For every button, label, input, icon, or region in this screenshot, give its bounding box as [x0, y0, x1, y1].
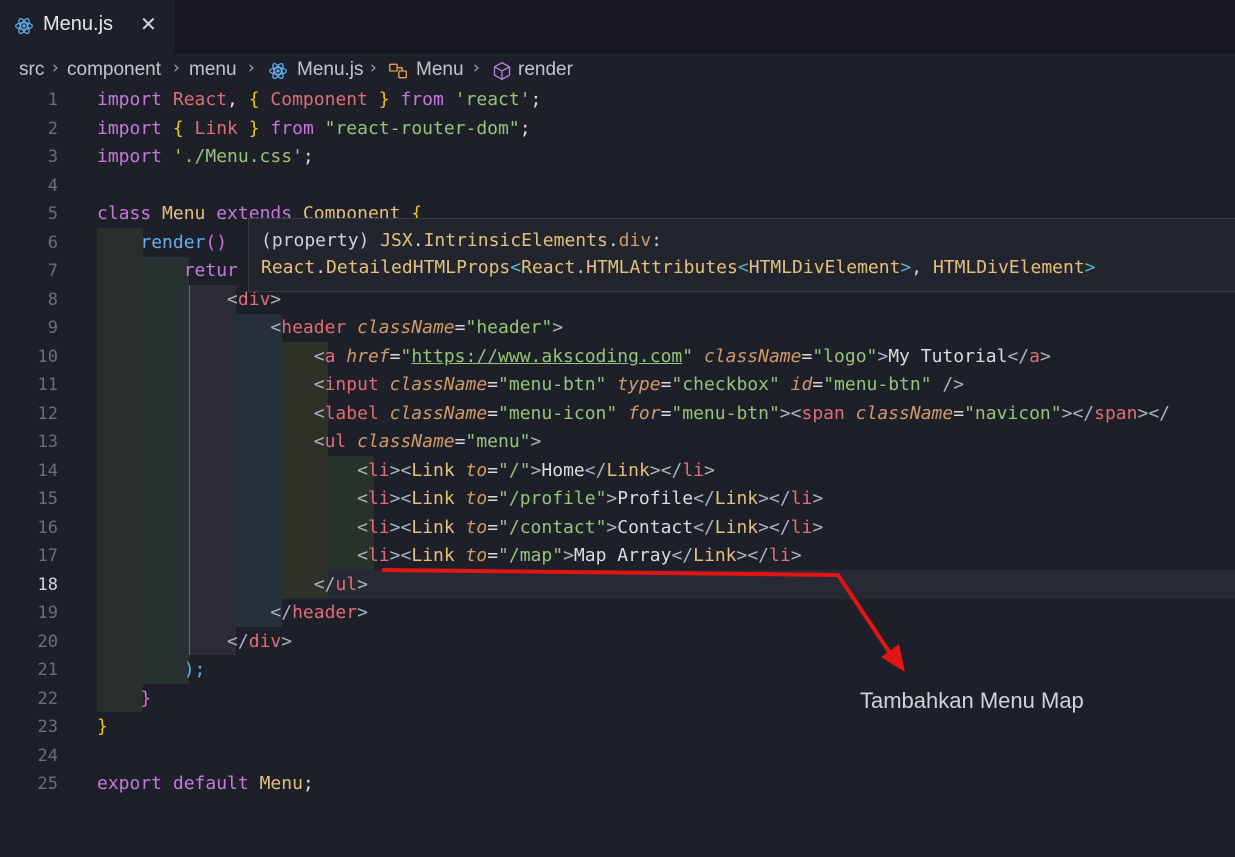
line-number: 10 [37, 346, 58, 367]
line-number: 14 [37, 460, 58, 481]
line-number: 5 [47, 204, 58, 224]
breadcrumb-item-class[interactable]: Menu [416, 59, 464, 81]
breadcrumb-separator: › [173, 58, 180, 78]
line-number: 12 [37, 403, 58, 424]
line-number: 20 [37, 631, 58, 652]
code-text: <li><Link to="/profile">Profile</Link></… [357, 488, 824, 509]
code-editor[interactable]: 1 import React, { Component } from 'react… [0, 86, 1235, 857]
code-line[interactable]: 23} [0, 713, 1235, 742]
code-line[interactable]: 12 <label className="menu-icon" for="men… [0, 400, 1235, 429]
code-line[interactable]: 10 <a href="https://www.akscoding.com" c… [0, 343, 1235, 372]
line-number: 21 [37, 660, 58, 680]
breadcrumb-item-menu[interactable]: menu [189, 59, 237, 81]
code-line[interactable]: 15 <li><Link to="/profile">Profile</Link… [0, 485, 1235, 514]
line-number: 16 [37, 517, 58, 538]
tab-label: Menu.js [43, 13, 114, 35]
tab-bar: Menu.js ✕ [0, 0, 1235, 53]
breadcrumb-item-component[interactable]: component [67, 59, 161, 81]
code-text: <li><Link to="/">Home</Link></li> [357, 459, 715, 481]
line-number: 17 [37, 546, 58, 566]
annotation-label: Tambahkan Menu Map [860, 688, 1084, 713]
code-text: import './Menu.css'; [97, 146, 314, 167]
code-line[interactable]: 1 import React, { Component } from 'react… [0, 86, 1235, 115]
code-text: <li><Link to="/map">Map Array</Link></li… [357, 545, 802, 566]
code-text: <header className="header"> [270, 317, 564, 338]
line-number: 25 [37, 774, 58, 794]
code-text: </div> [227, 630, 293, 652]
breadcrumb-separator: › [370, 58, 377, 78]
code-line[interactable]: 4 [0, 172, 1235, 201]
code-text: } [97, 716, 108, 737]
code-text: import React, { Component } from 'react'… [97, 89, 542, 110]
breadcrumb-item-method[interactable]: render [518, 59, 573, 81]
react-icon [269, 62, 287, 80]
hover-type-line: React.DetailedHTMLProps<React.HTMLAttrib… [261, 257, 1096, 278]
breadcrumb: src › component › menu › Menu.js › Menu … [0, 56, 1235, 84]
tab-menu-js[interactable]: Menu.js ✕ [0, 0, 175, 53]
hover-tooltip: (property) JSX.IntrinsicElements.div: Re… [248, 218, 1235, 292]
line-number: 4 [47, 175, 58, 196]
code-line[interactable]: 16 <li><Link to="/contact">Contact</Link… [0, 514, 1235, 543]
code-text: </header> [270, 602, 368, 623]
line-number: 7 [47, 261, 58, 281]
line-number: 18 [37, 574, 58, 595]
code-text: ); [183, 659, 206, 680]
code-line[interactable]: 14 <li><Link to="/">Home</Link></li> [0, 457, 1235, 486]
code-line[interactable]: 20 </div> [0, 628, 1235, 657]
code-line[interactable]: 13 <ul className="menu"> [0, 428, 1235, 457]
code-text: } [140, 687, 152, 709]
code-line[interactable]: 24 [0, 742, 1235, 771]
line-number: 9 [47, 318, 58, 338]
breadcrumb-item-file[interactable]: Menu.js [297, 59, 364, 81]
code-line[interactable]: 11 <input className="menu-btn" type="che… [0, 371, 1235, 400]
line-number: 24 [37, 745, 58, 766]
line-number: 15 [37, 489, 58, 509]
code-text: import { Link } from "react-router-dom"; [97, 117, 531, 139]
code-text: <label className="menu-icon" for="menu-b… [313, 402, 1170, 424]
breadcrumb-separator: › [473, 58, 480, 78]
code-line[interactable]: 25 export default Menu; [0, 770, 1235, 799]
class-icon [389, 63, 407, 79]
code-text: <li><Link to="/contact">Contact</Link></… [357, 516, 824, 538]
code-text: render() [140, 231, 228, 253]
breadcrumb-item-src[interactable]: src [19, 59, 44, 81]
code-line[interactable]: 9 <header className="header"> [0, 314, 1235, 343]
code-line[interactable]: 17 <li><Link to="/map">Map Array</Link><… [0, 542, 1235, 571]
line-number: 11 [37, 375, 58, 395]
line-number: 23 [37, 717, 58, 737]
line-number: 8 [47, 289, 58, 310]
code-text: <a href="https://www.akscoding.com" clas… [313, 345, 1051, 367]
line-number: 3 [47, 147, 58, 167]
line-number: 6 [47, 232, 58, 253]
code-line[interactable]: 3 import './Menu.css'; [0, 143, 1235, 172]
code-line[interactable]: 2 import { Link } from "react-router-dom"… [0, 115, 1235, 144]
code-text: <input className="menu-btn" type="checkb… [313, 374, 965, 395]
code-text: <ul className="menu"> [313, 431, 542, 452]
line-number: 1 [47, 90, 58, 110]
code-line[interactable]: 18 </ul> [0, 571, 1235, 600]
line-number: 13 [37, 432, 58, 452]
code-text: export default Menu; [97, 773, 314, 794]
line-number: 2 [47, 118, 58, 139]
breadcrumb-separator: › [248, 58, 255, 78]
code-text: retur [183, 260, 238, 281]
line-number: 22 [37, 688, 58, 709]
code-line[interactable]: 21 ); [0, 656, 1235, 685]
breadcrumb-separator: › [52, 58, 59, 78]
code-text: </ul> [313, 573, 368, 595]
close-icon[interactable]: ✕ [140, 12, 157, 36]
code-line[interactable]: 19 </header> [0, 599, 1235, 628]
hover-signature-line: (property) JSX.IntrinsicElements.div: [261, 230, 663, 251]
react-icon [15, 17, 33, 35]
line-number: 19 [37, 603, 58, 623]
method-icon [493, 61, 511, 81]
